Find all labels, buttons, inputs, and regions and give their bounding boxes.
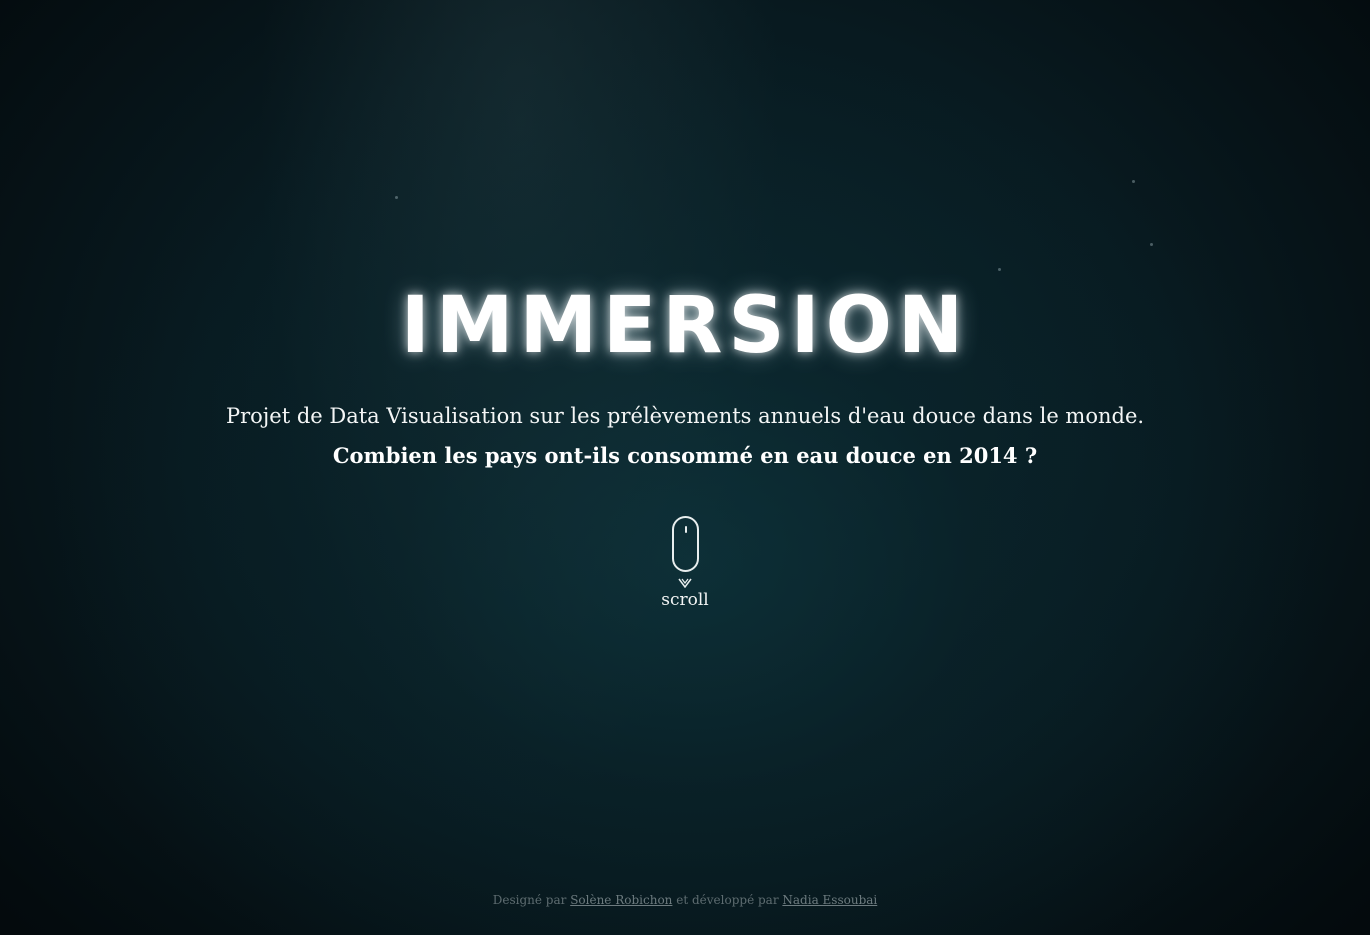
- scroll-label: scroll: [661, 590, 709, 610]
- background-particle: [1132, 180, 1135, 183]
- mouse-wheel: [684, 526, 687, 533]
- designer-link[interactable]: Solène Robichon: [570, 893, 672, 907]
- chevron-down-icon: [678, 578, 692, 588]
- credits-prefix: Designé par: [492, 893, 567, 907]
- hero-section: IMMERSION Projet de Data Visualisation s…: [0, 278, 1370, 476]
- developer-link[interactable]: Nadia Essoubai: [782, 893, 877, 907]
- page-title: IMMERSION: [400, 281, 970, 371]
- credits-middle: et développé par: [676, 893, 779, 907]
- background-particle: [395, 196, 398, 199]
- project-question: Combien les pays ont-ils consommé en eau…: [332, 443, 1038, 468]
- project-description: Projet de Data Visualisation sur les pré…: [225, 404, 1145, 428]
- scroll-hint[interactable]: scroll: [635, 516, 735, 610]
- mouse-icon: [671, 516, 699, 572]
- background-particle: [1150, 243, 1153, 246]
- background-particle: [998, 268, 1001, 271]
- credits-footer: Designé par Solène Robichon et développé…: [0, 893, 1370, 907]
